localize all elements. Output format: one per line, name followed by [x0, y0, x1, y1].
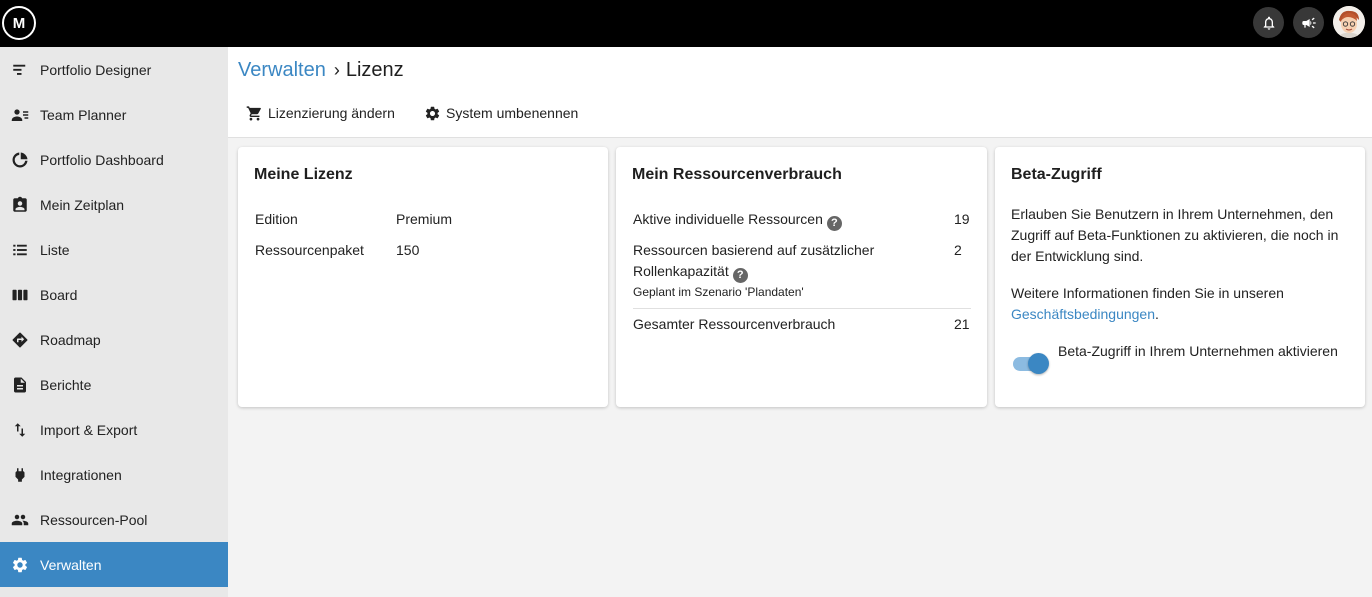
list-icon [0, 241, 40, 259]
sidebar: Portfolio Designer Team Planner Portfoli… [0, 47, 228, 597]
divider [633, 308, 971, 309]
change-license-button[interactable]: Lizenzierung ändern [246, 103, 395, 123]
active-resources-value: 19 [954, 211, 970, 227]
sidebar-item-integrationen[interactable]: Integrationen [0, 452, 228, 497]
logo-text: M [12, 14, 26, 32]
resource-card-title: Mein Ressourcenverbrauch [632, 166, 842, 183]
total-usage-value: 21 [954, 316, 970, 332]
import-export-icon [0, 421, 40, 439]
chevron-right-icon: › [333, 59, 340, 80]
main-content: Verwalten › Lizenz Lizenzierung ändern S… [228, 47, 1372, 597]
help-icon[interactable]: ? [826, 215, 842, 231]
people-icon [0, 511, 40, 529]
beta-info-prefix: Weitere Informationen finden Sie in unse… [1011, 285, 1284, 301]
beta-card-title: Beta-Zugriff [1011, 166, 1102, 183]
sidebar-item-label: Verwalten [40, 556, 102, 573]
sidebar-item-portfolio-dashboard[interactable]: Portfolio Dashboard [0, 137, 228, 182]
sidebar-item-portfolio-designer[interactable]: Portfolio Designer [0, 47, 228, 92]
beta-info-suffix: . [1155, 306, 1159, 322]
board-icon [0, 286, 40, 304]
beta-toggle-label: Beta-Zugriff in Ihrem Unternehmen aktivi… [1058, 343, 1338, 359]
sidebar-item-label: Integrationen [40, 466, 122, 483]
role-resources-text: Rollenkapazität [633, 263, 729, 279]
beta-access-card: Beta-Zugriff Erlauben Sie Benutzern in I… [995, 147, 1365, 407]
help-icon[interactable]: ? [732, 267, 748, 283]
sidebar-item-label: Portfolio Dashboard [40, 151, 164, 168]
page-title: Lizenz [345, 58, 404, 81]
beta-info-text: Weitere Informationen finden Sie in unse… [1011, 283, 1351, 325]
sidebar-item-team-planner[interactable]: Team Planner [0, 92, 228, 137]
toggle-thumb [1028, 353, 1049, 374]
rename-system-button[interactable]: System umbenennen [424, 103, 578, 123]
report-icon [0, 376, 40, 394]
resource-package-value: 150 [396, 242, 420, 258]
sidebar-item-label: Portfolio Designer [40, 61, 152, 78]
active-resources-label: Aktive individuelle Ressourcen? [633, 211, 842, 231]
active-resources-text: Aktive individuelle Ressourcen [633, 211, 823, 227]
gear-icon [425, 106, 440, 120]
breadcrumb: Verwalten › Lizenz [238, 59, 404, 81]
avatar-illustration-icon [1333, 6, 1365, 38]
edition-value: Premium [396, 211, 453, 227]
sidebar-item-label: Ressourcen-Pool [40, 511, 148, 528]
terms-link[interactable]: Geschäftsbedingungen [1011, 306, 1155, 322]
license-card-title: Meine Lizenz [254, 166, 353, 183]
sidebar-item-verwalten[interactable]: Verwalten [0, 542, 228, 587]
total-usage-label: Gesamter Ressourcenverbrauch [633, 316, 836, 332]
cart-icon [246, 105, 261, 121]
role-resources-label-line1: Ressourcen basierend auf zusätzlicher [633, 242, 875, 258]
sidebar-item-liste[interactable]: Liste [0, 227, 228, 272]
sidebar-item-label: Roadmap [40, 331, 101, 348]
sidebar-item-label: Import & Export [40, 421, 138, 438]
sidebar-item-board[interactable]: Board [0, 272, 228, 317]
beta-access-toggle[interactable] [1011, 351, 1051, 375]
resource-package-label: Ressourcenpaket [255, 242, 364, 258]
team-planner-icon [0, 106, 40, 124]
bell-icon [1263, 16, 1274, 30]
breadcrumb-parent-link[interactable]: Verwalten [238, 59, 326, 82]
dashboard-icon [0, 151, 40, 169]
roadmap-icon [0, 331, 40, 349]
role-resources-label-line2: Rollenkapazität? [633, 263, 748, 283]
sidebar-item-berichte[interactable]: Berichte [0, 362, 228, 407]
sidebar-item-import-export[interactable]: Import & Export [0, 407, 228, 452]
portfolio-designer-icon [0, 61, 40, 79]
sidebar-item-roadmap[interactable]: Roadmap [0, 317, 228, 362]
edition-label: Edition [255, 211, 298, 227]
sidebar-item-label: Board [40, 286, 78, 303]
plug-icon [0, 466, 40, 484]
notifications-button[interactable] [1253, 7, 1284, 38]
megaphone-icon [1301, 17, 1316, 28]
role-resources-value: 2 [954, 242, 962, 258]
resource-usage-card: Mein Ressourcenverbrauch Aktive individu… [616, 147, 987, 407]
app-logo[interactable]: M [2, 6, 36, 40]
sidebar-item-label: Team Planner [40, 106, 127, 123]
sidebar-item-label: Liste [40, 241, 70, 258]
sidebar-item-mein-zeitplan[interactable]: Mein Zeitplan [0, 182, 228, 227]
sidebar-item-ressourcen-pool[interactable]: Ressourcen-Pool [0, 497, 228, 542]
scenario-note: Geplant im Szenario 'Plandaten' [633, 285, 804, 299]
change-license-label: Lizenzierung ändern [268, 105, 395, 121]
page-header: Verwalten › Lizenz Lizenzierung ändern S… [228, 47, 1372, 138]
schedule-icon [0, 196, 40, 214]
gear-icon [0, 556, 40, 574]
announcements-button[interactable] [1293, 7, 1324, 38]
top-bar: M [0, 0, 1372, 47]
license-card: Meine Lizenz Edition Premium Ressourcenp… [238, 147, 608, 407]
sidebar-item-label: Berichte [40, 376, 92, 393]
sidebar-item-label: Mein Zeitplan [40, 196, 125, 213]
beta-description: Erlauben Sie Benutzern in Ihrem Unterneh… [1011, 206, 1339, 264]
rename-system-label: System umbenennen [446, 105, 579, 121]
user-avatar[interactable] [1333, 6, 1365, 38]
